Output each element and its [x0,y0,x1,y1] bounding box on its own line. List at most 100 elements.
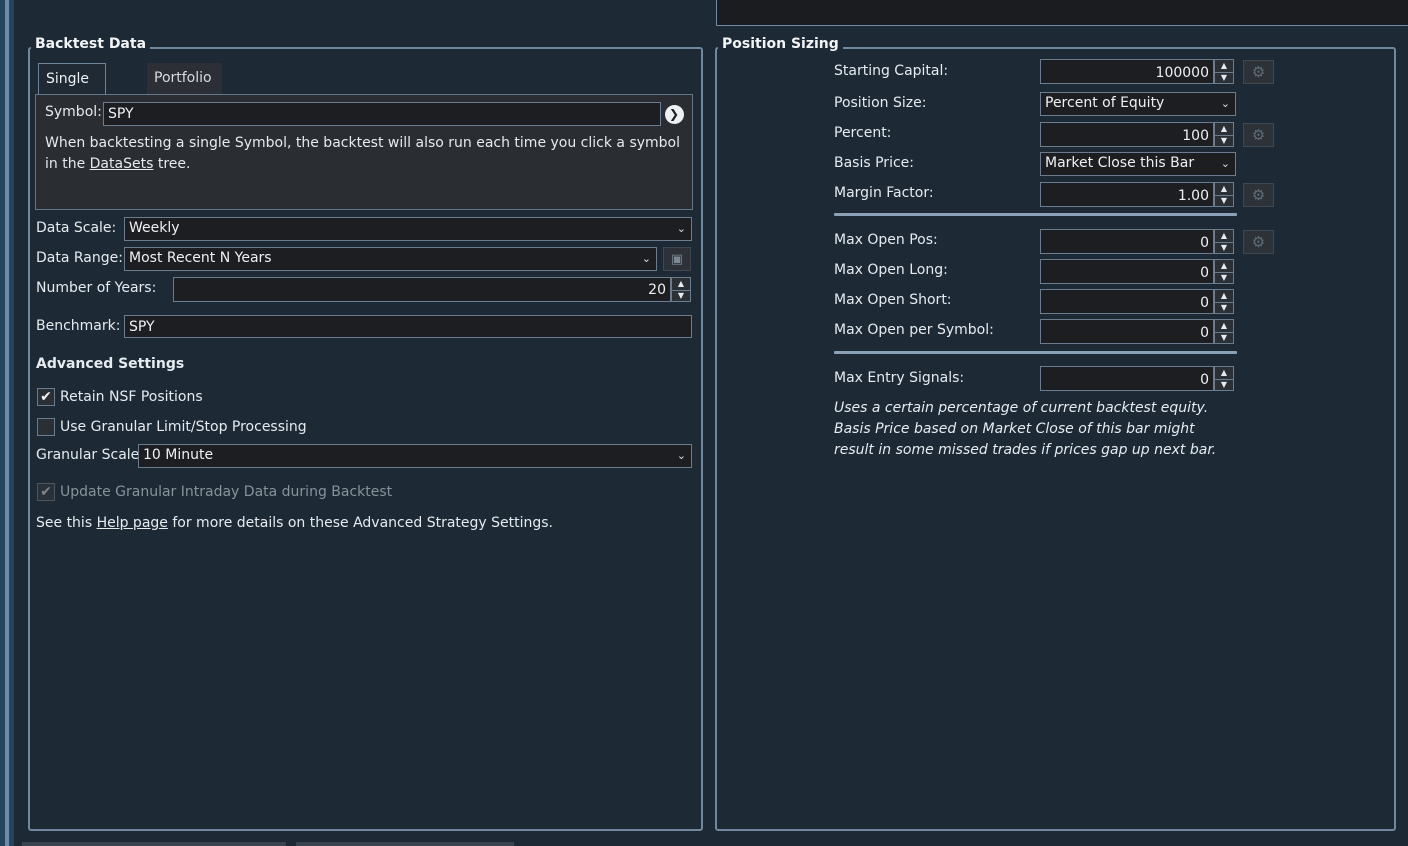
gear-icon: ⚙ [1251,63,1266,81]
symbol-label: Symbol: [45,104,102,120]
data-scale-select[interactable]: Weekly ⌄ [124,217,692,241]
number-of-years-label: Number of Years: [36,280,157,296]
chevron-down-icon: ⌄ [676,449,686,462]
percent-spinner[interactable]: ▲ ▼ [1214,122,1234,147]
spin-down-icon[interactable]: ▼ [1215,332,1233,344]
max-open-pos-spinner[interactable]: ▲ ▼ [1214,229,1234,254]
bottom-tab-stub [296,842,514,846]
data-range-value: Most Recent N Years [129,250,272,266]
symbol-info-text: When backtesting a single Symbol, the ba… [45,133,685,175]
spin-down-icon[interactable]: ▼ [1215,302,1233,314]
granular-scale-select[interactable]: 10 Minute ⌄ [138,444,692,468]
data-range-label: Data Range: [36,250,123,266]
gear-icon: ⚙ [1251,186,1266,204]
spin-down-icon[interactable]: ▼ [1215,195,1233,207]
spin-down-icon[interactable]: ▼ [1215,135,1233,147]
bottom-tab-stub [22,842,286,846]
max-open-per-symbol-input[interactable]: 0 [1040,319,1214,344]
symbol-go-button[interactable]: ❯ [662,102,686,126]
save-range-button[interactable]: ▣ [663,247,691,271]
max-entry-signals-spinner[interactable]: ▲ ▼ [1214,366,1234,391]
max-open-short-spinner[interactable]: ▲ ▼ [1214,289,1234,314]
advanced-settings-title: Advanced Settings [36,356,185,372]
max-open-pos-optimize-button[interactable]: ⚙ [1243,230,1274,254]
max-open-long-input[interactable]: 0 [1040,259,1214,284]
symbol-input[interactable]: SPY [103,102,661,126]
max-open-long-label: Max Open Long: [834,262,948,278]
max-open-pos-input[interactable]: 0 [1040,229,1214,254]
granular-limit-label: Use Granular Limit/Stop Processing [60,419,307,435]
position-size-select[interactable]: Percent of Equity ⌄ [1040,92,1236,116]
help-post: for more details on these Advanced Strat… [172,515,553,531]
number-of-years-spinner[interactable]: ▲ ▼ [671,277,691,302]
max-entry-signals-label: Max Entry Signals: [834,370,965,386]
benchmark-label: Benchmark: [36,318,121,334]
retain-nsf-label: Retain NSF Positions [60,389,203,405]
max-open-short-input[interactable]: 0 [1040,289,1214,314]
percent-label: Percent: [834,125,892,141]
granular-scale-label: Granular Scale [36,447,140,463]
chevron-down-icon: ⌄ [1220,157,1230,170]
go-arrow-icon: ❯ [664,104,684,124]
separator [834,351,1237,354]
percent-optimize-button[interactable]: ⚙ [1243,123,1274,147]
position-sizing-description: Uses a certain percentage of current bac… [834,400,1217,458]
gear-icon: ⚙ [1251,233,1266,251]
position-size-label: Position Size: [834,95,927,111]
spin-down-icon[interactable]: ▼ [672,290,690,302]
chevron-down-icon: ⌄ [1220,97,1230,110]
chevron-down-icon: ⌄ [676,222,686,235]
granular-limit-checkbox[interactable] [37,418,55,436]
update-granular-checkbox: ✔ [37,483,55,501]
benchmark-input[interactable]: SPY [124,315,692,338]
data-scale-value: Weekly [129,220,180,236]
help-page-link[interactable]: Help page [97,515,168,531]
margin-factor-spinner[interactable]: ▲ ▼ [1214,182,1234,207]
basis-price-select[interactable]: Market Close this Bar ⌄ [1040,152,1236,176]
max-open-short-label: Max Open Short: [834,292,952,308]
retain-nsf-checkbox[interactable]: ✔ [37,388,55,406]
starting-capital-spinner[interactable]: ▲ ▼ [1214,59,1234,84]
tab-single-symbol[interactable]: Single Symbol [38,63,107,117]
data-range-select[interactable]: Most Recent N Years ⌄ [124,247,657,271]
chevron-down-icon: ⌄ [641,252,651,265]
top-panel [716,0,1408,26]
position-size-value: Percent of Equity [1045,95,1165,111]
backtest-data-title: Backtest Data [31,36,151,52]
spin-down-icon[interactable]: ▼ [1215,379,1233,391]
max-open-per-symbol-spinner[interactable]: ▲ ▼ [1214,319,1234,344]
margin-factor-optimize-button[interactable]: ⚙ [1243,183,1274,207]
margin-factor-label: Margin Factor: [834,185,934,201]
granular-scale-value: 10 Minute [143,447,214,463]
gear-icon: ⚙ [1251,126,1266,144]
max-open-long-spinner[interactable]: ▲ ▼ [1214,259,1234,284]
max-open-pos-label: Max Open Pos: [834,232,938,248]
spin-down-icon[interactable]: ▼ [1215,72,1233,84]
check-icon: ✔ [40,389,52,405]
percent-input[interactable]: 100 [1040,122,1214,147]
single-symbol-panel: Symbol: SPY ❯ When backtesting a single … [35,94,693,210]
update-granular-label: Update Granular Intraday Data during Bac… [60,484,393,500]
tab-portfolio-backtest[interactable]: Portfolio Backtest [147,63,222,116]
help-pre: See this [36,515,93,531]
window-left-edge [0,0,14,846]
separator [834,213,1237,216]
position-sizing-title: Position Sizing [718,36,843,52]
starting-capital-label: Starting Capital: [834,63,949,79]
help-text: See this Help page for more details on t… [36,515,553,531]
basis-price-label: Basis Price: [834,155,914,171]
margin-factor-input[interactable]: 1.00 [1040,182,1214,207]
symbol-info-post: tree. [157,156,191,172]
spin-down-icon[interactable]: ▼ [1215,242,1233,254]
data-scale-label: Data Scale: [36,220,117,236]
basis-price-value: Market Close this Bar [1045,155,1195,171]
starting-capital-input[interactable]: 100000 [1040,59,1214,84]
starting-capital-optimize-button[interactable]: ⚙ [1243,60,1274,84]
check-icon: ✔ [40,484,52,500]
spin-down-icon[interactable]: ▼ [1215,272,1233,284]
save-icon: ▣ [670,251,684,267]
datasets-link[interactable]: DataSets [90,156,154,172]
max-entry-signals-input[interactable]: 0 [1040,366,1214,391]
max-open-per-symbol-label: Max Open per Symbol: [834,322,994,338]
number-of-years-input[interactable]: 20 [173,277,671,302]
